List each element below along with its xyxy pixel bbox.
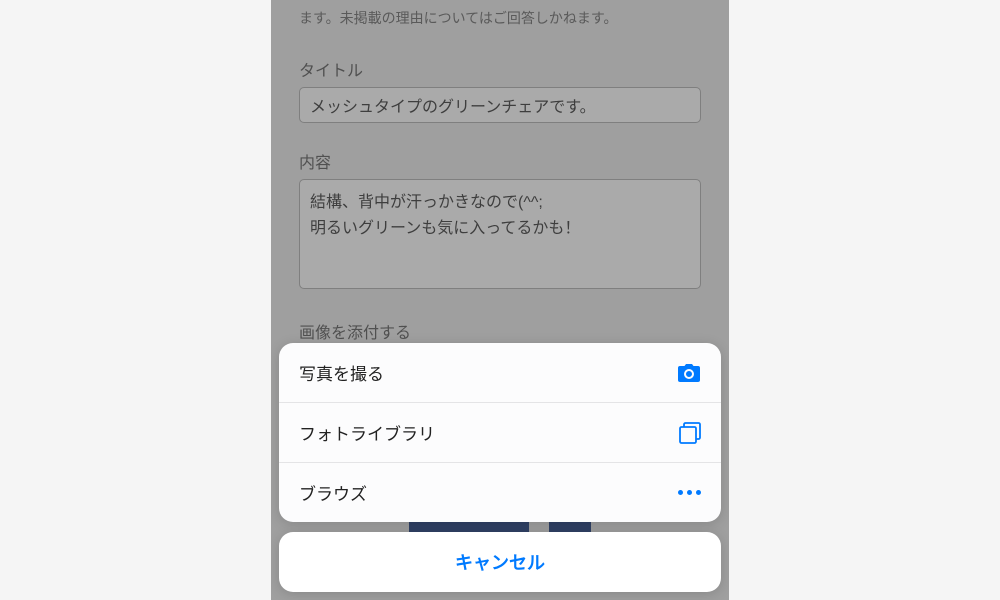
cancel-button[interactable]: キャンセル <box>279 532 721 592</box>
content-label: 内容 <box>299 149 701 173</box>
more-icon <box>678 490 701 495</box>
phone-screen: ます。未掲載の理由についてはご回答しかねます。 タイトル 内容 画像を添付する … <box>271 0 729 600</box>
title-group: タイトル <box>299 57 701 123</box>
photo-library-option[interactable]: フォトライブラリ <box>279 403 721 463</box>
action-sheet: 写真を撮る フォトライブラリ ブラウズ <box>279 343 721 592</box>
browse-option[interactable]: ブラウズ <box>279 463 721 522</box>
browse-label: ブラウズ <box>299 480 367 505</box>
cancel-label: キャンセル <box>455 553 545 573</box>
take-photo-option[interactable]: 写真を撮る <box>279 343 721 403</box>
title-label: タイトル <box>299 57 701 81</box>
attach-label: 画像を添付する <box>299 319 701 343</box>
content-textarea[interactable] <box>299 179 701 289</box>
title-input[interactable] <box>299 87 701 123</box>
photo-library-label: フォトライブラリ <box>299 420 435 445</box>
notice-text: ます。未掲載の理由についてはご回答しかねます。 <box>299 8 701 29</box>
take-photo-label: 写真を撮る <box>299 360 384 385</box>
camera-icon <box>677 363 701 383</box>
content-group: 内容 <box>299 149 701 293</box>
photo-library-icon <box>679 422 701 444</box>
